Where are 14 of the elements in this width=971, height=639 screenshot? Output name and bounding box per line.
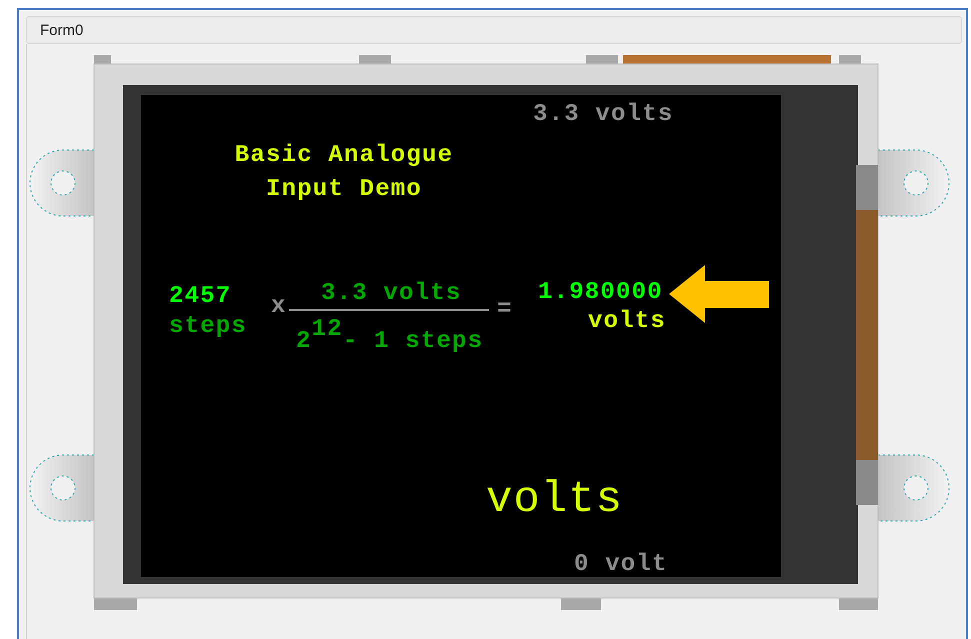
fraction-numerator: 3.3 volts xyxy=(321,280,462,308)
steps-value: 2457 xyxy=(169,283,232,311)
min-voltage-label: 0 volt xyxy=(574,551,668,579)
demo-title: Basic Analogue xyxy=(234,142,454,170)
equals-sign: = xyxy=(497,296,513,324)
max-voltage-label: 3.3 volts xyxy=(533,101,674,129)
multiply-sign: x xyxy=(271,293,287,321)
left-arrow-icon xyxy=(669,265,769,323)
steps-unit: steps xyxy=(169,313,248,341)
voltage-value: 1.980000 xyxy=(538,279,663,307)
voltage-unit: volts xyxy=(588,308,666,336)
demo-title: Input Demo xyxy=(266,176,422,204)
volts-label: volts xyxy=(486,475,624,525)
form-title: Form0 xyxy=(40,22,84,38)
